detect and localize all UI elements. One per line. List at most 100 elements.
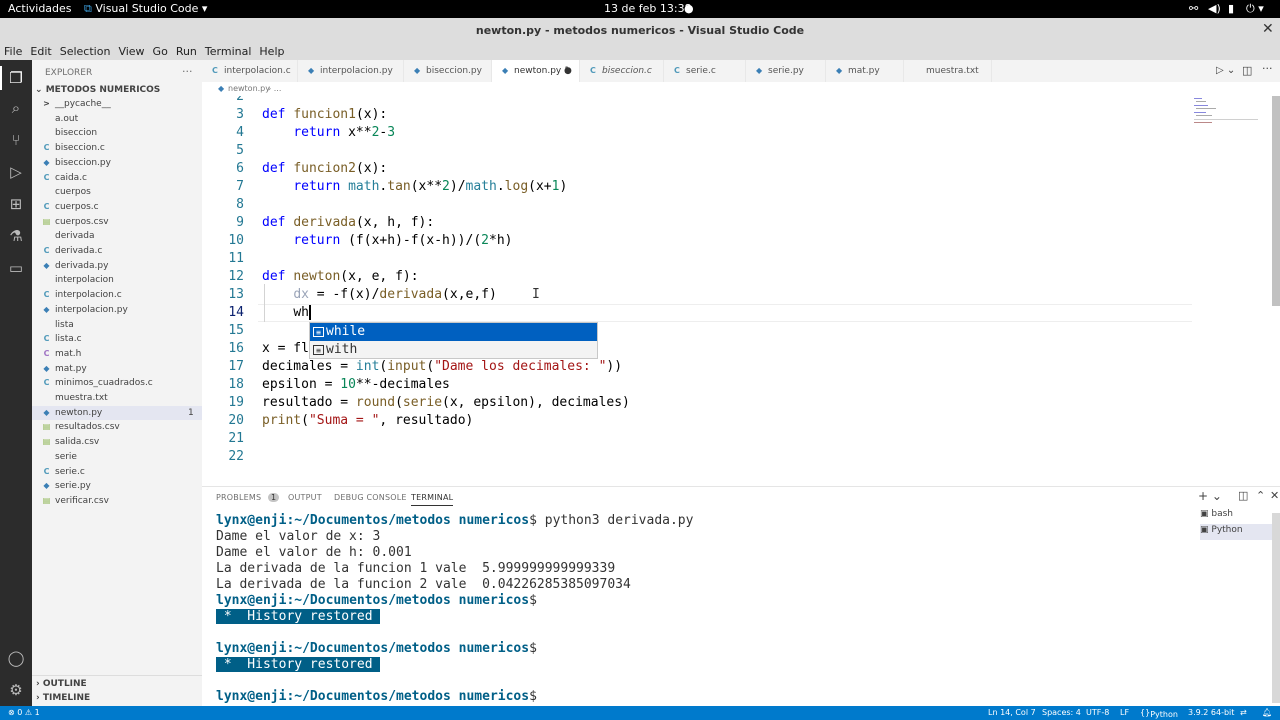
folder-header[interactable]: ⌄ METODOS NUMERICOS <box>35 85 160 95</box>
menu-go[interactable]: Go <box>149 43 172 58</box>
minimap[interactable] <box>1192 96 1264 136</box>
file-item[interactable]: ◆ derivada.py <box>32 259 202 274</box>
menu-terminal[interactable]: Terminal <box>201 43 256 58</box>
maximize-panel-icon[interactable]: ⌃ <box>1256 489 1265 502</box>
clock[interactable]: 13 de feb 13:38 <box>604 2 692 15</box>
language-mode[interactable]: {} Python <box>1140 708 1178 719</box>
line-number: 19 <box>228 395 244 410</box>
manage-gear-icon[interactable]: ⚙ <box>6 680 26 700</box>
live-share-icon[interactable]: ⇄ <box>1240 708 1247 717</box>
file-item[interactable]: serie <box>32 450 202 465</box>
file-item[interactable]: Cmat.h <box>32 347 202 362</box>
end-of-line[interactable]: LF <box>1120 708 1129 717</box>
file-name: salida.csv <box>55 437 100 448</box>
file-item[interactable]: ▤ salida.csv <box>32 435 202 450</box>
file-item[interactable]: Ccaida.c <box>32 171 202 186</box>
menu-help[interactable]: Help <box>255 43 288 58</box>
run-debug-icon[interactable]: ▷ <box>6 162 26 182</box>
code-editor[interactable]: 2 3 4 5 6 7 8 9 10 11 12 13 14 15 16 17 18 19 20 21 22 def f… <box>202 96 1280 486</box>
testing-icon[interactable]: ⚗ <box>6 226 26 246</box>
accounts-icon[interactable]: ◯ <box>6 648 26 668</box>
menu-selection[interactable]: Selection <box>56 43 115 58</box>
file-item[interactable]: Cderivada.c <box>32 244 202 259</box>
editor-tab[interactable]: Cserie.c <box>664 60 746 82</box>
close-panel-icon[interactable]: ✕ <box>1270 489 1279 502</box>
file-item[interactable]: Cminimos_cuadrados.c <box>32 376 202 391</box>
tab-problems[interactable]: PROBLEMS 1 <box>216 493 280 502</box>
encoding[interactable]: UTF-8 <box>1086 708 1109 717</box>
menu-file[interactable]: File <box>0 43 26 58</box>
file-item[interactable]: Cserie.c <box>32 465 202 480</box>
cursor-position[interactable]: Ln 14, Col 7 <box>988 708 1036 717</box>
file-item[interactable]: lista <box>32 318 202 333</box>
terminal-scrollbar[interactable] <box>1272 513 1280 703</box>
file-item[interactable]: Clista.c <box>32 332 202 347</box>
tab-terminal[interactable]: TERMINAL <box>411 493 454 506</box>
file-item[interactable]: ▤ resultados.csv <box>32 420 202 435</box>
split-editor-icon[interactable]: ◫ <box>1242 64 1252 77</box>
tab-debug-console[interactable]: DEBUG CONSOLE <box>334 493 407 502</box>
file-item[interactable]: cuerpos <box>32 185 202 200</box>
file-item[interactable]: derivada <box>32 229 202 244</box>
menu-run[interactable]: Run <box>172 43 201 58</box>
file-item[interactable]: ◆ interpolacion.py <box>32 303 202 318</box>
more-actions-icon[interactable]: ··· <box>182 65 193 78</box>
menu-edit[interactable]: Edit <box>26 43 55 58</box>
network-icon[interactable]: ⚯ <box>1189 2 1198 15</box>
unsaved-dot-icon[interactable]: ● <box>564 60 572 82</box>
editor-tab[interactable]: muestra.txt <box>904 60 992 82</box>
editor-tab[interactable]: ◆ newton.py 1 ● <box>492 60 580 82</box>
suggest-item-with[interactable]: ≡ with <box>310 341 597 359</box>
python-interpreter[interactable]: 3.9.2 64-bit <box>1188 708 1234 717</box>
breadcrumb-file[interactable]: newton.py <box>228 84 270 93</box>
terminal-item-python[interactable]: ▣ Python <box>1200 524 1280 540</box>
editor-scrollbar[interactable] <box>1272 96 1280 306</box>
terminal-item-bash[interactable]: ▣ bash <box>1200 509 1280 525</box>
editor-tab[interactable]: ◆ serie.py <box>746 60 826 82</box>
new-terminal-icon[interactable]: + ⌄ <box>1198 489 1222 503</box>
notifications-bell-icon[interactable]: 🔔︎ <box>1262 708 1272 717</box>
suggest-item-while[interactable]: ≡ while <box>310 323 597 341</box>
menu-view[interactable]: View <box>114 43 148 58</box>
extensions-icon[interactable]: ⊞ <box>6 194 26 214</box>
remote-explorer-icon[interactable]: ▭ <box>6 258 26 278</box>
file-item[interactable]: Cbiseccion.c <box>32 141 202 156</box>
file-item[interactable]: ◆ mat.py <box>32 362 202 377</box>
file-item[interactable]: Cinterpolacion.c <box>32 288 202 303</box>
editor-tab[interactable]: Cbiseccion.c <box>580 60 664 82</box>
code-line-9: def derivada(x, h, f): <box>262 215 435 230</box>
file-item[interactable]: > __pycache__ <box>32 97 202 112</box>
search-icon[interactable]: ⌕ <box>6 98 26 118</box>
file-item[interactable]: muestra.txt <box>32 391 202 406</box>
battery-icon[interactable]: ▮ <box>1228 2 1234 15</box>
file-item[interactable]: Ccuerpos.c <box>32 200 202 215</box>
code-line-10: return (f(x+h)-f(x-h))/(2*h) <box>293 233 513 248</box>
file-item[interactable]: a.out <box>32 112 202 127</box>
power-icon[interactable]: ⏻ ▾ <box>1246 2 1264 16</box>
problems-status[interactable]: ⊗ 0 ⚠ 1 <box>8 708 40 717</box>
file-item[interactable]: interpolacion <box>32 273 202 288</box>
editor-tab[interactable]: ◆ mat.py <box>826 60 904 82</box>
editor-tab[interactable]: ◆ interpolacion.py <box>298 60 404 82</box>
timeline-section[interactable]: › TIMELINE <box>36 693 90 703</box>
file-item[interactable]: biseccion <box>32 126 202 141</box>
file-item[interactable]: ◆ newton.py 1 <box>32 405 202 421</box>
activities-button[interactable]: Actividades <box>8 2 72 15</box>
file-item[interactable]: ▤ verificar.csv <box>32 494 202 509</box>
editor-tab[interactable]: Cinterpolacion.c <box>202 60 298 82</box>
indentation[interactable]: Spaces: 4 <box>1042 708 1081 717</box>
file-item[interactable]: ▤ cuerpos.csv <box>32 215 202 230</box>
close-window-icon[interactable]: ✕ <box>1262 21 1274 37</box>
volume-icon[interactable]: ◀) <box>1208 2 1221 15</box>
file-item[interactable]: ◆ biseccion.py <box>32 156 202 171</box>
editor-tab[interactable]: ◆ biseccion.py <box>404 60 492 82</box>
outline-section[interactable]: › OUTLINE <box>36 679 87 689</box>
more-editor-actions-icon[interactable]: ··· <box>1262 62 1273 75</box>
app-menu[interactable]: ⧉ Visual Studio Code ▾ <box>84 2 207 16</box>
split-terminal-icon[interactable]: ◫ <box>1238 489 1248 502</box>
file-item[interactable]: ◆ serie.py <box>32 479 202 494</box>
run-file-icon[interactable]: ▷ ⌄ <box>1216 65 1235 76</box>
tab-output[interactable]: OUTPUT <box>288 493 322 502</box>
explorer-icon[interactable]: ❐ <box>6 68 26 88</box>
source-control-icon[interactable]: ⑂ <box>6 130 26 150</box>
